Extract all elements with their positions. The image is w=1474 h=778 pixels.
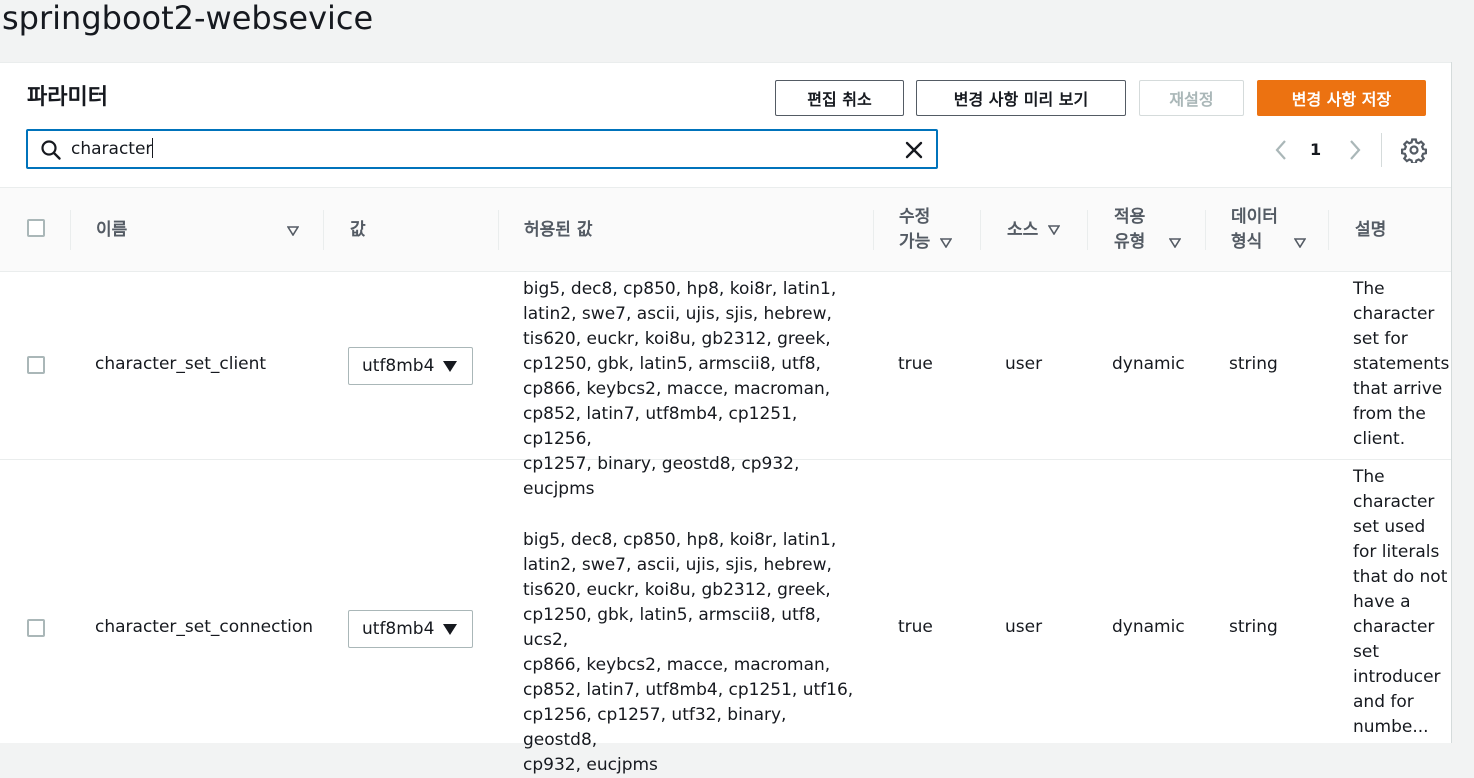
page-title: springboot2-websevice	[2, 0, 374, 37]
column-header-modifiable[interactable]: 수정 가능	[899, 188, 953, 272]
data-type-value: string	[1229, 617, 1278, 637]
gear-icon[interactable]	[1401, 137, 1427, 163]
parameter-name: character_set_client	[95, 354, 267, 374]
preview-changes-button[interactable]: 변경 사항 미리 보기	[916, 80, 1126, 116]
modifiable-value: true	[898, 354, 933, 374]
value-select[interactable]: utf8mb4	[348, 347, 473, 385]
sort-icon[interactable]	[1048, 225, 1061, 235]
table-header: 이름 값 허용된 값 수정 가능 소스 적용 유형 데이터 형식 설명	[0, 187, 1451, 272]
column-header-name[interactable]: 이름	[96, 188, 127, 272]
modifiable-value: true	[898, 617, 933, 637]
search-input[interactable]: character	[26, 129, 938, 169]
column-header-data-type-line2: 형식	[1231, 232, 1263, 252]
column-divider	[498, 210, 499, 250]
cancel-edit-button[interactable]: 편집 취소	[775, 80, 904, 116]
sort-icon[interactable]	[1294, 237, 1307, 248]
column-header-data-type-line1: 데이터	[1231, 207, 1278, 227]
column-divider	[70, 210, 71, 250]
clear-search-icon[interactable]	[902, 138, 926, 162]
chevron-left-icon[interactable]	[1272, 137, 1290, 163]
column-header-apply-type-line2: 유형	[1114, 232, 1146, 252]
source-value: user	[1005, 354, 1043, 374]
value-select[interactable]: utf8mb4	[348, 610, 473, 648]
caret-down-icon	[443, 624, 457, 635]
apply-type-value: dynamic	[1112, 354, 1185, 374]
data-type-value: string	[1229, 354, 1278, 374]
caret-down-icon	[443, 361, 457, 372]
column-divider	[980, 210, 981, 250]
column-header-value: 값	[350, 219, 366, 240]
chevron-right-icon[interactable]	[1346, 137, 1364, 163]
column-divider	[1328, 210, 1329, 250]
column-header-apply-type-line1: 적용	[1114, 207, 1146, 227]
panel-title: 파라미터	[27, 85, 108, 110]
apply-type-value: dynamic	[1112, 617, 1185, 637]
column-header-source[interactable]: 소스	[1007, 188, 1061, 272]
sort-icon[interactable]	[287, 226, 299, 236]
select-all-checkbox[interactable]	[27, 219, 45, 237]
value-select-current: utf8mb4	[362, 356, 435, 376]
parameter-name: character_set_connection	[95, 617, 314, 637]
column-header-modifiable-line1: 수정	[899, 207, 931, 227]
description: The character set for statements that ar…	[1353, 279, 1450, 449]
value-select-current: utf8mb4	[362, 619, 435, 639]
column-divider	[323, 210, 324, 250]
parameters-panel: 파라미터 편집 취소 변경 사항 미리 보기 재설정 변경 사항 저장 char…	[0, 62, 1451, 775]
column-header-description: 설명	[1355, 219, 1387, 240]
allowed-values: big5, dec8, cp850, hp8, koi8r, latin1, l…	[523, 530, 854, 775]
description: The character set used for literals that…	[1353, 467, 1448, 737]
column-header-data-type[interactable]: 데이터 형식	[1231, 188, 1307, 272]
source-value: user	[1005, 617, 1043, 637]
search-icon	[41, 140, 61, 160]
pager-divider	[1381, 133, 1382, 167]
table-row: character_set_client utf8mb4 big5, dec8,…	[0, 272, 1451, 499]
column-divider	[1205, 210, 1206, 250]
row-checkbox[interactable]	[27, 356, 45, 374]
sort-icon[interactable]	[1169, 237, 1182, 248]
column-divider	[1087, 210, 1088, 250]
reset-button[interactable]: 재설정	[1139, 80, 1244, 116]
column-divider	[873, 210, 874, 250]
sort-icon[interactable]	[940, 237, 953, 248]
column-header-modifiable-line2: 가능	[899, 232, 931, 252]
search-input-value: character	[71, 138, 154, 159]
table-row: character_set_connection utf8mb4 big5, d…	[0, 460, 1451, 775]
current-page-number[interactable]: 1	[1310, 137, 1321, 163]
row-checkbox[interactable]	[27, 619, 45, 637]
column-header-apply-type[interactable]: 적용 유형	[1114, 188, 1182, 272]
save-changes-button[interactable]: 변경 사항 저장	[1257, 80, 1426, 116]
column-header-allowed-values: 허용된 값	[524, 219, 593, 240]
